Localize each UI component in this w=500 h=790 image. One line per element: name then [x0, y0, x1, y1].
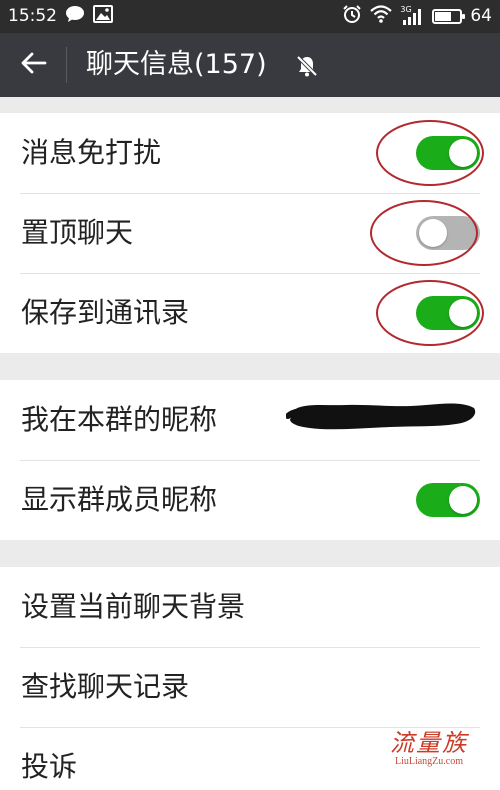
row-set-chat-background[interactable]: 设置当前聊天背景 — [0, 567, 500, 647]
row-search-chat-history[interactable]: 查找聊天记录 — [0, 647, 500, 727]
signal-icon: 3G — [400, 6, 424, 26]
sticky-on-top-toggle[interactable] — [416, 216, 480, 250]
battery-percent: 64 — [470, 6, 492, 26]
row-label: 保存到通讯录 — [21, 296, 190, 329]
mute-bell-icon — [294, 53, 320, 79]
row-label: 我在本群的昵称 — [21, 403, 218, 436]
status-left: 15:52 — [8, 4, 113, 28]
back-button[interactable] — [14, 47, 54, 83]
watermark-logo-text: 流量族 — [390, 729, 468, 757]
redacted-nickname-value — [285, 396, 480, 436]
status-right: 3G 64 — [342, 4, 492, 28]
row-save-to-contacts[interactable]: 保存到通讯录 — [0, 273, 500, 353]
app-bar: 聊天信息(157) — [0, 33, 500, 97]
alarm-icon — [342, 4, 362, 29]
toggle-knob — [449, 299, 477, 327]
toggle-knob — [419, 219, 447, 247]
page-title: 聊天信息(157) — [86, 49, 267, 80]
status-bar: 15:52 3G 64 — [0, 0, 500, 33]
app-bar-divider — [66, 47, 67, 83]
row-show-member-nicknames[interactable]: 显示群成员昵称 — [0, 460, 500, 540]
settings-group-notifications: 消息免打扰 置顶聊天 保存到通讯录 — [0, 113, 500, 353]
battery-fill — [435, 11, 451, 21]
mute-notifications-toggle[interactable] — [416, 136, 480, 170]
chat-bubble-icon — [65, 5, 85, 28]
row-label: 设置当前聊天背景 — [21, 590, 246, 623]
status-time: 15:52 — [8, 6, 57, 26]
battery-icon — [432, 8, 466, 24]
save-to-contacts-toggle[interactable] — [416, 296, 480, 330]
back-arrow-icon — [21, 52, 47, 78]
row-label: 查找聊天记录 — [21, 670, 190, 703]
watermark-logo: 流量族 LiuLiangZu.com — [374, 730, 484, 768]
row-label: 投诉 — [21, 750, 78, 783]
row-sticky-on-top[interactable]: 置顶聊天 — [0, 193, 500, 273]
wifi-icon — [370, 4, 393, 28]
toggle-knob — [449, 139, 477, 167]
row-mute-notifications[interactable]: 消息免打扰 — [0, 113, 500, 193]
show-member-nicknames-toggle[interactable] — [416, 483, 480, 517]
row-label: 消息免打扰 — [21, 136, 162, 169]
row-label: 显示群成员昵称 — [21, 483, 218, 516]
image-icon — [93, 4, 113, 28]
toggle-knob — [449, 486, 477, 514]
row-label: 置顶聊天 — [21, 216, 134, 249]
watermark-url: LiuLiangZu.com — [394, 756, 464, 767]
